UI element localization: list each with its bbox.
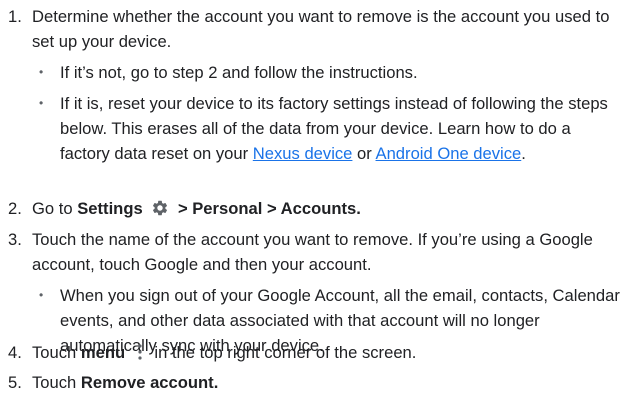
- or-text: or: [357, 144, 372, 163]
- step-text: Determine whether the account you want t…: [32, 7, 610, 51]
- remove-account-label: Remove account.: [80, 373, 219, 392]
- step-suffix: in the top right corner of the screen.: [154, 343, 417, 362]
- bullet-item: • If it is, reset your device to its fac…: [32, 91, 623, 166]
- step-number: 4.: [8, 343, 22, 362]
- settings-path: > Personal > Accounts.: [177, 199, 361, 218]
- bullet-dot: •: [39, 96, 44, 110]
- step-prefix: Go to: [32, 199, 73, 218]
- step-1: 1. Determine whether the account you wan…: [8, 4, 623, 166]
- step-text: Touch the name of the account you want t…: [32, 230, 593, 274]
- nexus-device-link[interactable]: Nexus device: [253, 144, 353, 163]
- bullet-dot: •: [39, 65, 44, 79]
- step-4: 4. Touch menu in the top right corner of…: [8, 340, 623, 368]
- step-prefix: Touch: [32, 343, 77, 362]
- bullet-text: If it’s not, go to step 2 and follow the…: [60, 63, 418, 82]
- step-prefix: Touch: [32, 373, 77, 392]
- menu-label: menu: [80, 343, 126, 362]
- step-2: 2. Go to Settings > Personal > Accounts.: [8, 196, 623, 224]
- settings-label: Settings: [77, 199, 143, 218]
- bullet-dot: •: [39, 288, 44, 302]
- step-5: 5. Touch Remove account.: [8, 370, 623, 395]
- gear-icon: [151, 199, 169, 224]
- step-number: 3.: [8, 230, 22, 249]
- period: .: [521, 144, 526, 163]
- instructions-page: 1. Determine whether the account you wan…: [0, 0, 629, 398]
- step-number: 5.: [8, 373, 22, 392]
- step-3: 3. Touch the name of the account you wan…: [8, 227, 623, 358]
- step-number: 2.: [8, 199, 22, 218]
- more-vert-icon: [136, 343, 144, 368]
- android-one-device-link[interactable]: Android One device: [376, 144, 522, 163]
- step-number: 1.: [8, 7, 22, 26]
- bullet-item: • If it’s not, go to step 2 and follow t…: [32, 60, 623, 85]
